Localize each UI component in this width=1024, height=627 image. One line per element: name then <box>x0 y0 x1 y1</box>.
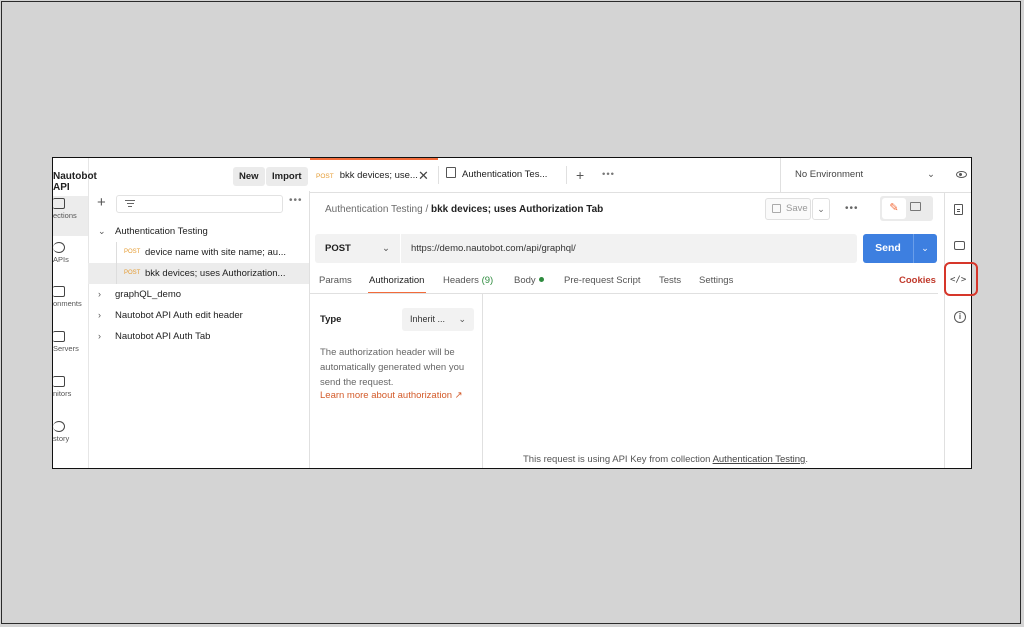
rail-collections[interactable]: ections <box>53 196 88 236</box>
chevron-down-icon: ⌄ <box>927 169 935 180</box>
authorization-pane: Type Inherit ... ⌄ The authorization hea… <box>310 294 483 468</box>
save-button[interactable]: Save <box>765 198 811 220</box>
auth-description: The authorization header will be automat… <box>320 347 465 388</box>
comments-icon[interactable] <box>954 241 965 250</box>
chevron-right-icon: › <box>98 289 101 299</box>
chevron-down-icon: ⌄ <box>98 226 106 236</box>
breadcrumb-current: bkk devices; uses Authorization Tab <box>431 204 604 215</box>
collection-link[interactable]: Authentication Testing <box>713 454 806 465</box>
chevron-down-icon: ⌄ <box>458 314 466 324</box>
method-select[interactable]: POST ⌄ <box>315 234 400 263</box>
sidebar-more-icon[interactable]: ••• <box>289 195 303 206</box>
filter-icon <box>125 200 135 208</box>
history-icon <box>53 421 65 432</box>
postman-window: Nautobot API ections APIs onments Server… <box>52 157 972 469</box>
tree-item-device-name-request[interactable]: POST device name with site name; au... <box>88 242 309 263</box>
chevron-right-icon: › <box>98 310 101 320</box>
environments-icon <box>53 286 65 297</box>
import-button[interactable]: Import <box>266 167 308 186</box>
learn-more-link[interactable]: Learn more about authorization ↗ <box>320 390 463 401</box>
rail-history[interactable]: story <box>53 419 88 459</box>
pencil-icon[interactable]: ✎ <box>882 198 906 219</box>
new-button[interactable]: New <box>233 167 265 186</box>
environment-select[interactable]: No Environment ⌄ <box>780 158 943 192</box>
rail-mock-servers[interactable]: Servers <box>53 329 88 369</box>
collections-sidebar: + ••• ⌄ Authentication Testing POST devi… <box>88 191 310 468</box>
documentation-icon[interactable] <box>954 204 963 215</box>
send-button[interactable]: Send ⌄ <box>863 234 937 263</box>
tab-authentication-testing[interactable]: Authentication Tes... <box>446 158 547 192</box>
rail-environments[interactable]: onments <box>53 284 88 324</box>
mode-toggle: ✎ <box>880 196 933 221</box>
tab-authorization[interactable]: Authorization <box>369 275 424 286</box>
sidebar-toolbar: + ••• <box>88 191 309 217</box>
save-dropdown-button[interactable]: ⌄ <box>812 198 830 220</box>
breadcrumb-parent[interactable]: Authentication Testing <box>325 204 423 215</box>
monitors-icon <box>53 376 65 387</box>
tabs-more-icon[interactable]: ••• <box>602 158 615 192</box>
workspace-title: Nautobot API <box>53 171 97 193</box>
tree-item-authentication-testing[interactable]: ⌄ Authentication Testing <box>88 221 309 242</box>
close-icon[interactable]: ✕ <box>418 160 429 192</box>
method-badge: POST <box>124 249 141 255</box>
tree-item-auth-edit-header[interactable]: › Nautobot API Auth edit header <box>88 305 309 326</box>
tree-item-graphql-demo[interactable]: › graphQL_demo <box>88 284 309 305</box>
breadcrumb: Authentication Testing / bkk devices; us… <box>325 204 604 215</box>
add-collection-icon[interactable]: + <box>97 194 106 211</box>
tree-item-bkk-devices-request[interactable]: POST bkk devices; uses Authorization... <box>88 263 309 284</box>
right-rail: </> i <box>944 192 971 468</box>
left-rail: Nautobot API ections APIs onments Server… <box>53 158 97 468</box>
collection-note: This request is using API Key from colle… <box>523 454 808 465</box>
url-input[interactable] <box>401 234 857 263</box>
document-icon <box>446 167 456 178</box>
mock-servers-icon <box>53 331 65 342</box>
chevron-right-icon: › <box>98 331 101 341</box>
chevron-down-icon: ⌄ <box>382 243 390 254</box>
tab-body[interactable]: Body <box>514 275 544 286</box>
tree-item-auth-tab[interactable]: › Nautobot API Auth Tab <box>88 326 309 347</box>
tab-tests[interactable]: Tests <box>659 275 681 286</box>
tab-bkk-devices[interactable]: POST bkk devices; use... ✕ <box>310 158 438 192</box>
request-more-icon[interactable]: ••• <box>845 203 859 214</box>
info-icon[interactable]: i <box>954 311 966 323</box>
filter-input[interactable] <box>116 195 283 213</box>
eye-icon[interactable] <box>956 171 967 178</box>
tab-pre-request-script[interactable]: Pre-request Script <box>564 275 641 286</box>
chevron-down-icon[interactable]: ⌄ <box>915 234 935 263</box>
body-indicator-dot <box>538 277 544 282</box>
new-tab-icon[interactable]: + <box>576 158 584 192</box>
comment-mode-icon[interactable] <box>910 202 921 211</box>
code-icon-highlight <box>944 262 978 296</box>
tab-headers[interactable]: Headers (9) <box>443 275 493 286</box>
rail-apis[interactable]: APIs <box>53 240 88 280</box>
auth-type-label: Type <box>320 314 342 325</box>
collections-icon <box>53 198 65 209</box>
save-icon <box>772 204 781 213</box>
tab-params[interactable]: Params <box>319 275 352 286</box>
apis-icon <box>53 242 65 253</box>
rail-monitors[interactable]: nitors <box>53 374 88 414</box>
tab-settings[interactable]: Settings <box>699 275 733 286</box>
auth-type-select[interactable]: Inherit ... ⌄ <box>402 308 474 331</box>
method-badge: POST <box>124 270 141 276</box>
cookies-link[interactable]: Cookies <box>899 275 936 286</box>
request-tabs-bar: POST bkk devices; use... ✕ Authentication… <box>310 158 971 193</box>
